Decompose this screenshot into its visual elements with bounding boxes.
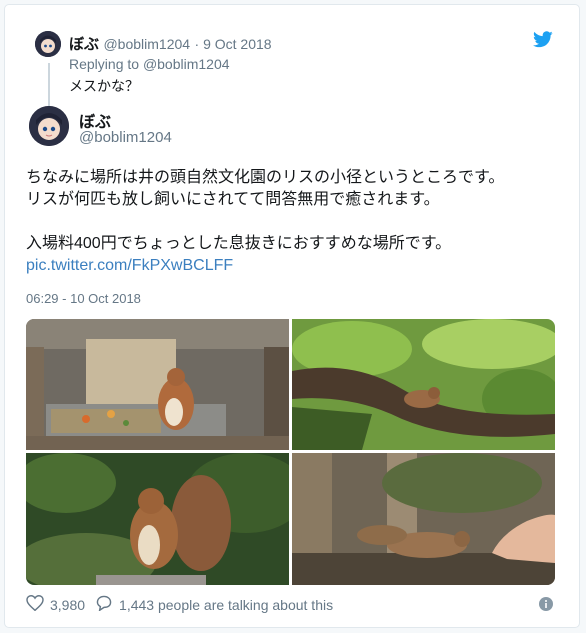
parent-display-name[interactable]: ぼぶ — [69, 36, 99, 53]
main-avatar[interactable] — [29, 106, 69, 146]
embedded-tweet-card: ぼぶ @boblim1204 · 9 Oct 2018 Replying to … — [4, 4, 580, 628]
photo-squirrel-branch[interactable] — [292, 319, 555, 450]
parent-date[interactable]: · 9 Oct 2018 — [195, 36, 272, 52]
main-handle[interactable]: @boblim1204 — [79, 129, 172, 146]
tweet-text-line: ちなみに場所は井の頭自然文化園のリスの小径というところです。 — [26, 169, 505, 186]
photo-squirrel-feeder[interactable] — [26, 319, 289, 450]
tweet-timestamp[interactable]: 06:29 - 10 Oct 2018 — [26, 291, 141, 306]
twitter-bird-icon[interactable] — [533, 31, 553, 53]
replying-prefix: Replying to — [69, 56, 143, 72]
heart-icon[interactable] — [26, 594, 44, 614]
photo-squirrel-eating[interactable] — [26, 453, 306, 585]
thread-connector-line — [48, 63, 50, 107]
tweet-actions: 3,980 1,443 people are talking about thi… — [26, 594, 339, 614]
parent-handle[interactable]: @boblim1204 — [103, 36, 190, 52]
like-count[interactable]: 3,980 — [50, 597, 85, 613]
pic-link[interactable]: pic.twitter.com/FkPXwBCLFF — [26, 257, 233, 274]
replying-to-line: Replying to @boblim1204 — [69, 56, 230, 72]
parent-header: ぼぶ @boblim1204 · 9 Oct 2018 — [69, 33, 272, 54]
photo-squirrel-hand[interactable] — [292, 453, 555, 585]
photo-grid — [26, 319, 555, 585]
parent-tweet-text: メスかな？ — [69, 78, 139, 94]
replying-to-link[interactable]: @boblim1204 — [143, 56, 230, 72]
tweet-text: ちなみに場所は井の頭自然文化園のリスの小径というところです。 リスが何匹も放し飼… — [26, 167, 566, 277]
tweet-text-line: リスが何匹も放し飼いにされてて問答無用で癒されます。 — [26, 191, 440, 208]
speech-bubble-icon[interactable] — [95, 595, 113, 614]
talking-count[interactable]: 1,443 people are talking about this — [119, 597, 333, 613]
parent-avatar[interactable] — [35, 31, 61, 57]
info-icon[interactable] — [539, 597, 553, 616]
tweet-text-line: 入場料400円でちょっとした息抜きにおすすめな場所です。 — [26, 235, 452, 252]
